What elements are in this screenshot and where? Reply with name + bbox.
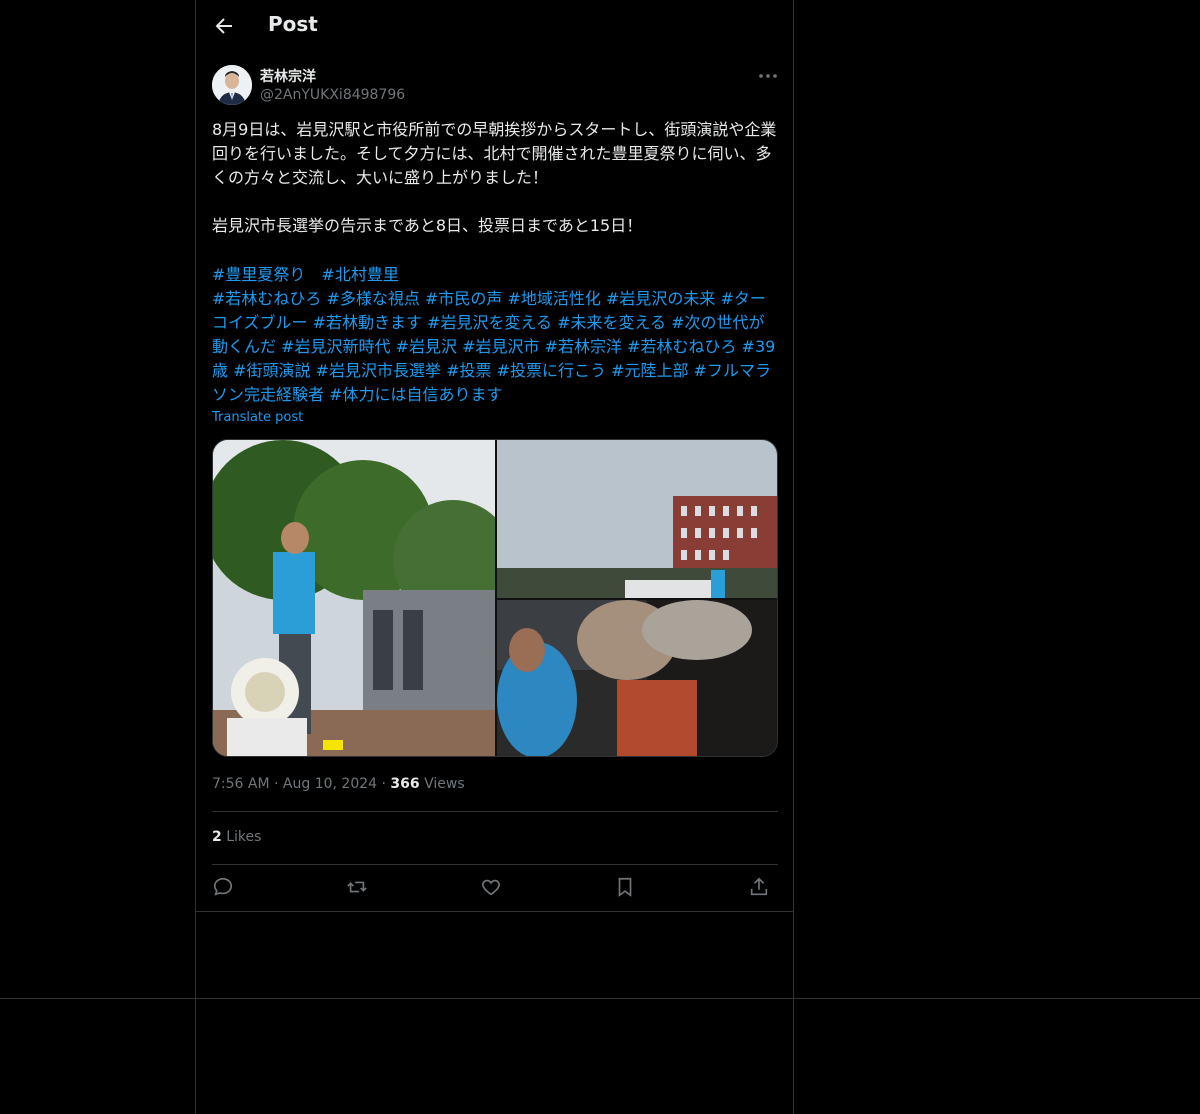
share-icon[interactable] bbox=[748, 876, 770, 898]
post-header: Post bbox=[196, 0, 793, 53]
hashtags-first-line[interactable]: #豊里夏祭り #北村豊里 bbox=[212, 263, 778, 287]
post-column: Post 若林宗洋 @2AnYUKXi8498796 8月9日は、岩見沢駅と市役… bbox=[195, 0, 794, 1114]
views-count: 366 bbox=[390, 776, 420, 792]
post-date[interactable]: Aug 10, 2024 bbox=[283, 776, 377, 792]
likes-count: 2 bbox=[212, 829, 222, 845]
photo-festival[interactable] bbox=[497, 600, 778, 757]
hashtag-block: #豊里夏祭り #北村豊里 #若林むねひろ #多様な視点 #市民の声 #地域活性化… bbox=[212, 263, 778, 407]
bookmark-icon[interactable] bbox=[614, 876, 636, 898]
likes-stat[interactable]: 2 Likes bbox=[212, 829, 261, 845]
author-name[interactable]: 若林宗洋 bbox=[260, 66, 316, 86]
avatar[interactable] bbox=[212, 65, 252, 105]
reply-icon[interactable] bbox=[212, 876, 234, 898]
arrow-left-icon[interactable] bbox=[212, 14, 236, 38]
post-meta: 7:56 AM · Aug 10, 2024 · 366 Views bbox=[212, 776, 465, 792]
views-label: Views bbox=[424, 776, 465, 792]
likes-label: Likes bbox=[226, 829, 262, 845]
repost-icon[interactable] bbox=[346, 876, 368, 898]
more-icon[interactable] bbox=[756, 66, 780, 86]
author-handle[interactable]: @2AnYUKXi8498796 bbox=[260, 87, 405, 103]
divider bbox=[196, 911, 793, 912]
translate-post-link[interactable]: Translate post bbox=[212, 410, 303, 425]
hashtags-list[interactable]: #若林むねひろ #多様な視点 #市民の声 #地域活性化 #岩見沢の未来 #ターコ… bbox=[212, 287, 778, 407]
avatar-photo bbox=[212, 65, 252, 105]
media-grid bbox=[212, 439, 778, 757]
action-bar bbox=[212, 876, 778, 902]
photo-building[interactable] bbox=[497, 440, 778, 598]
heart-icon[interactable] bbox=[480, 876, 502, 898]
divider bbox=[212, 864, 778, 865]
tweet-text: 8月9日は、岩見沢駅と市役所前での早朝挨拶からスタートし、街頭演説や企業回りを行… bbox=[212, 120, 777, 235]
meta-separator: · bbox=[274, 776, 283, 792]
page-title: Post bbox=[268, 12, 318, 36]
photo-speech[interactable] bbox=[213, 440, 495, 757]
post-time[interactable]: 7:56 AM bbox=[212, 776, 270, 792]
divider bbox=[212, 811, 778, 812]
